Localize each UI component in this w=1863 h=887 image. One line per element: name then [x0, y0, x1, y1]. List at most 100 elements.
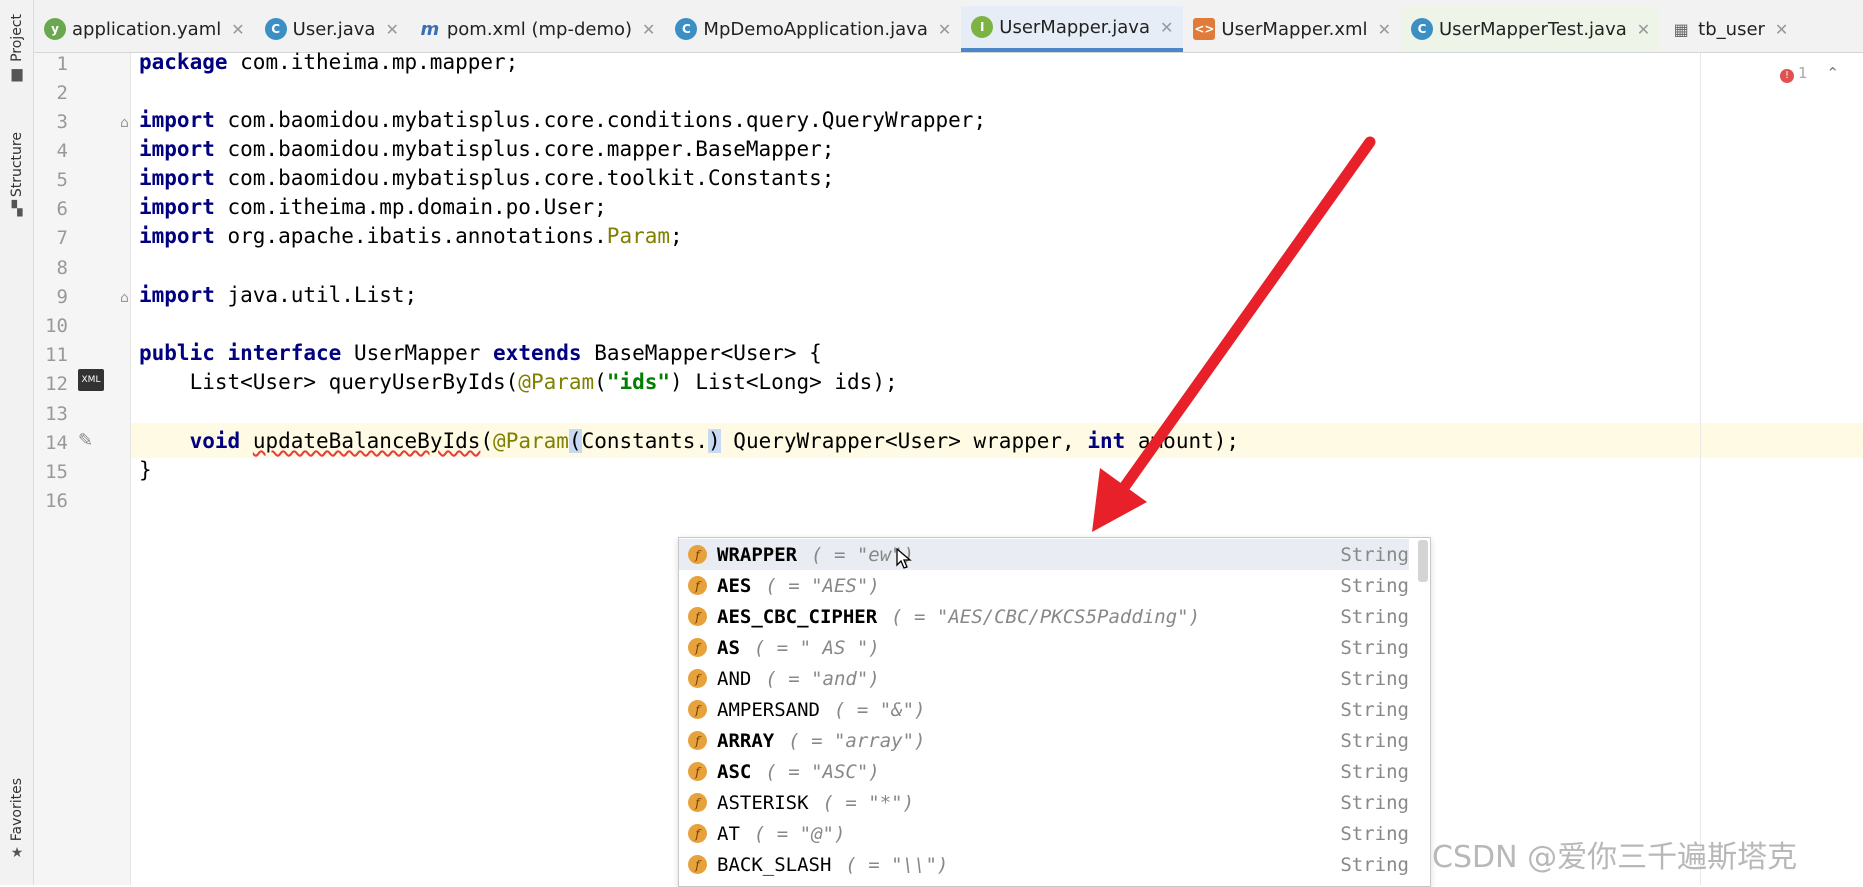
tab-mpdemoapplication-java[interactable]: C MpDemoApplication.java ✕ [665, 6, 961, 52]
code-completion-popup[interactable]: f WRAPPER ( = "ew") String f AES ( = "AE… [678, 537, 1431, 887]
mybatis-xml-navigation-icon[interactable]: XML [78, 369, 104, 391]
intention-bulb-icon[interactable]: ✎ [78, 430, 93, 451]
close-icon[interactable]: ✕ [231, 20, 244, 39]
code-line-4: import com.baomidou.mybatisplus.core.map… [139, 137, 835, 161]
completion-item[interactable]: f ASTERISK ( = "*") String [679, 787, 1409, 818]
code-line-5: import com.baomidou.mybatisplus.core.too… [139, 166, 835, 190]
completion-item[interactable]: f AS ( = " AS ") String [679, 632, 1409, 663]
tab-usermappertest-java[interactable]: C UserMapperTest.java ✕ [1400, 6, 1661, 52]
spring-class-icon: C [675, 18, 698, 40]
line-number: 12 [45, 373, 68, 395]
folder-icon: ▆ [11, 65, 23, 82]
tab-label: UserMapper.java [999, 16, 1150, 38]
code-line-9: import java.util.List; [139, 283, 418, 307]
line-number: 2 [56, 82, 68, 104]
structure-label: Structure [9, 132, 25, 198]
line-number: 8 [56, 257, 68, 279]
fold-icon[interactable]: ⌂ [120, 115, 129, 131]
completion-item[interactable]: f AES ( = "AES") String [679, 570, 1409, 601]
field-icon: f [688, 576, 707, 595]
interface-icon: I [971, 16, 994, 38]
structure-icon: ▚ [11, 201, 23, 218]
xml-icon: <> [1193, 18, 1216, 40]
close-icon[interactable]: ✕ [1637, 20, 1650, 39]
project-label: Project [9, 14, 25, 62]
error-icon: ! [1780, 69, 1794, 83]
completion-item[interactable]: f AES_CBC_CIPHER ( = "AES/CBC/PKCS5Paddi… [679, 601, 1409, 632]
line-number: 4 [56, 140, 68, 162]
line-number: 14 [45, 432, 68, 454]
code-line-6: import com.itheima.mp.domain.po.User; [139, 195, 607, 219]
tab-label: pom.xml (mp-demo) [446, 18, 633, 40]
tab-application-yaml[interactable]: y application.yaml ✕ [34, 6, 255, 52]
close-icon[interactable]: ✕ [1775, 20, 1788, 39]
line-number: 11 [45, 344, 68, 366]
field-icon: f [688, 638, 707, 657]
field-icon: f [688, 731, 707, 750]
editor-gutter: 1 2 3 4 5 6 7 8 9 10 11 12 13 14 15 16 ⌂… [34, 53, 131, 885]
line-number: 6 [56, 198, 68, 220]
completion-item[interactable]: f AT ( = "@") String [679, 818, 1409, 849]
inspection-widget[interactable]: ! 1 ⌃ [1780, 64, 1839, 83]
line-number: 16 [45, 490, 68, 512]
code-line-1: package com.itheima.mp.mapper; [139, 50, 519, 74]
class-icon: C [264, 18, 287, 40]
close-icon[interactable]: ✕ [385, 20, 398, 39]
tab-pom-xml[interactable]: m pom.xml (mp-demo) ✕ [409, 6, 666, 52]
tool-window-strip: Project ▆ Structure ▚ Favorites ★ [0, 0, 34, 885]
tab-user-java[interactable]: C User.java ✕ [255, 6, 409, 52]
project-tool-button[interactable]: Project ▆ [4, 14, 30, 82]
tab-label: UserMapper.xml [1221, 18, 1368, 40]
inspection-count: 1 [1798, 64, 1808, 82]
field-icon: f [688, 824, 707, 843]
structure-tool-button[interactable]: Structure ▚ [4, 132, 30, 217]
tab-label: User.java [292, 18, 376, 40]
completion-item[interactable]: f AMPERSAND ( = "&") String [679, 694, 1409, 725]
chevron-up-icon[interactable]: ⌃ [1826, 64, 1839, 82]
completion-item[interactable]: f ARRAY ( = "array") String [679, 725, 1409, 756]
completion-item[interactable]: f BACK_SLASH ( = "\\") String [679, 849, 1409, 880]
field-icon: f [688, 793, 707, 812]
test-class-icon: C [1410, 18, 1433, 40]
close-icon[interactable]: ✕ [938, 20, 951, 39]
tab-label: MpDemoApplication.java [703, 18, 928, 40]
completion-item[interactable]: f AND ( = "and") String [679, 663, 1409, 694]
completion-item[interactable]: f WRAPPER ( = "ew") String [679, 539, 1409, 570]
mouse-pointer-icon [896, 548, 912, 569]
tab-label: application.yaml [72, 18, 222, 40]
field-icon: f [688, 855, 707, 874]
tab-usermapper-java[interactable]: I UserMapper.java ✕ [961, 6, 1184, 52]
watermark: CSDN @爱你三千遍斯塔克 [1432, 840, 1798, 875]
close-icon[interactable]: ✕ [1378, 20, 1391, 39]
maven-icon: m [420, 18, 440, 40]
field-icon: f [688, 762, 707, 781]
code-line-12: List<User> queryUserByIds(@Param("ids") … [139, 370, 898, 394]
line-number: 13 [45, 403, 68, 425]
code-line-15: } [139, 458, 152, 482]
code-line-3: import com.baomidou.mybatisplus.core.con… [139, 108, 987, 132]
field-icon: f [688, 545, 707, 564]
completion-item[interactable]: f ASC ( = "ASC") String [679, 756, 1409, 787]
favorites-label: Favorites [9, 778, 25, 842]
close-icon[interactable]: ✕ [1160, 18, 1173, 37]
right-margin-guide [1700, 53, 1701, 885]
line-number: 9 [56, 286, 68, 308]
code-line-14: void updateBalanceByIds(@Param(Constants… [139, 429, 1240, 453]
line-number: 1 [56, 53, 68, 75]
fold-icon[interactable]: ⌂ [120, 290, 129, 306]
star-icon: ★ [10, 845, 24, 862]
editor-tab-bar: y application.yaml ✕ C User.java ✕ m pom… [34, 0, 1863, 53]
completion-scrollbar[interactable] [1418, 540, 1428, 582]
favorites-tool-button[interactable]: Favorites ★ [4, 778, 30, 861]
yaml-icon: y [44, 18, 66, 40]
line-number: 10 [45, 315, 68, 337]
tab-label: tb_user [1698, 18, 1765, 40]
line-number: 15 [45, 461, 68, 483]
tab-tb-user[interactable]: ▦ tb_user ✕ [1660, 6, 1798, 52]
tab-usermapper-xml[interactable]: <> UserMapper.xml ✕ [1183, 6, 1401, 52]
code-line-7: import org.apache.ibatis.annotations.Par… [139, 224, 683, 248]
close-icon[interactable]: ✕ [642, 20, 655, 39]
field-icon: f [688, 669, 707, 688]
table-icon: ▦ [1673, 19, 1689, 39]
line-number: 5 [56, 169, 68, 191]
